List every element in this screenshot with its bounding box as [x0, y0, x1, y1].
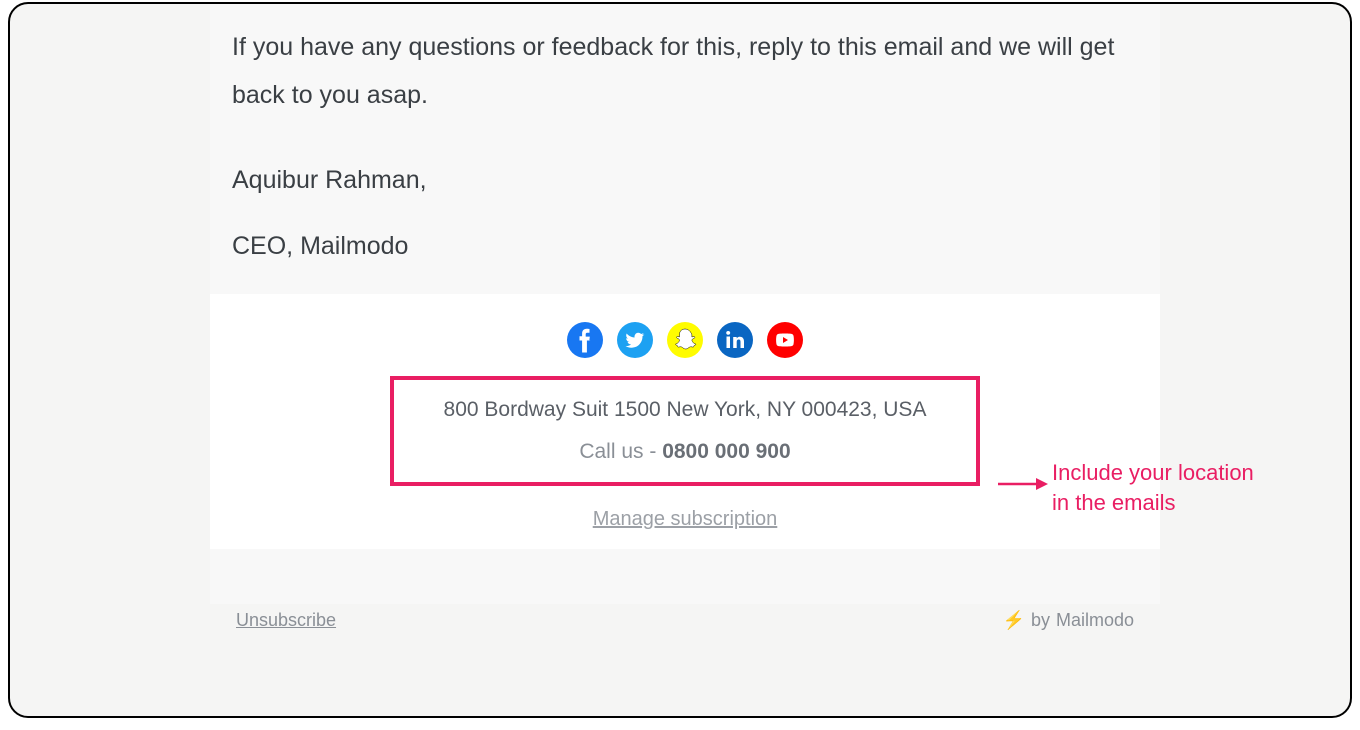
call-number: 0800 000 900: [662, 440, 790, 463]
annotation-line2: in the emails: [1052, 488, 1254, 518]
annotation-arrow-icon: [998, 474, 1048, 494]
email-footer: 800 Bordway Suit 1500 New York, NY 00042…: [210, 294, 1160, 549]
outer-frame: If you have any questions or feedback fo…: [8, 2, 1352, 718]
address-text: 800 Bordway Suit 1500 New York, NY 00042…: [424, 398, 946, 422]
manage-subscription-link[interactable]: Manage subscription: [593, 508, 778, 531]
bolt-icon: ⚡: [1003, 610, 1025, 631]
social-row: [210, 322, 1160, 358]
email-card: If you have any questions or feedback fo…: [210, 4, 1160, 604]
youtube-icon[interactable]: [767, 322, 803, 358]
bottom-row: Unsubscribe ⚡ by Mailmodo: [210, 610, 1160, 631]
snapchat-icon[interactable]: [667, 322, 703, 358]
email-body: If you have any questions or feedback fo…: [210, 4, 1160, 270]
body-paragraph: If you have any questions or feedback fo…: [232, 24, 1130, 119]
signature-title: CEO, Mailmodo: [232, 223, 1130, 271]
call-us-line: Call us - 0800 000 900: [424, 440, 946, 464]
by-brand: Mailmodo: [1056, 610, 1134, 631]
unsubscribe-link[interactable]: Unsubscribe: [236, 610, 336, 631]
address-highlight-box: 800 Bordway Suit 1500 New York, NY 00042…: [390, 376, 980, 486]
signature-name: Aquibur Rahman,: [232, 157, 1130, 205]
annotation-text: Include your location in the emails: [1052, 458, 1254, 517]
powered-by: ⚡ by Mailmodo: [1003, 610, 1134, 631]
annotation-line1: Include your location: [1052, 458, 1254, 488]
linkedin-icon[interactable]: [717, 322, 753, 358]
twitter-icon[interactable]: [617, 322, 653, 358]
call-prefix: Call us -: [579, 440, 662, 463]
by-prefix: by: [1031, 610, 1050, 631]
facebook-icon[interactable]: [567, 322, 603, 358]
